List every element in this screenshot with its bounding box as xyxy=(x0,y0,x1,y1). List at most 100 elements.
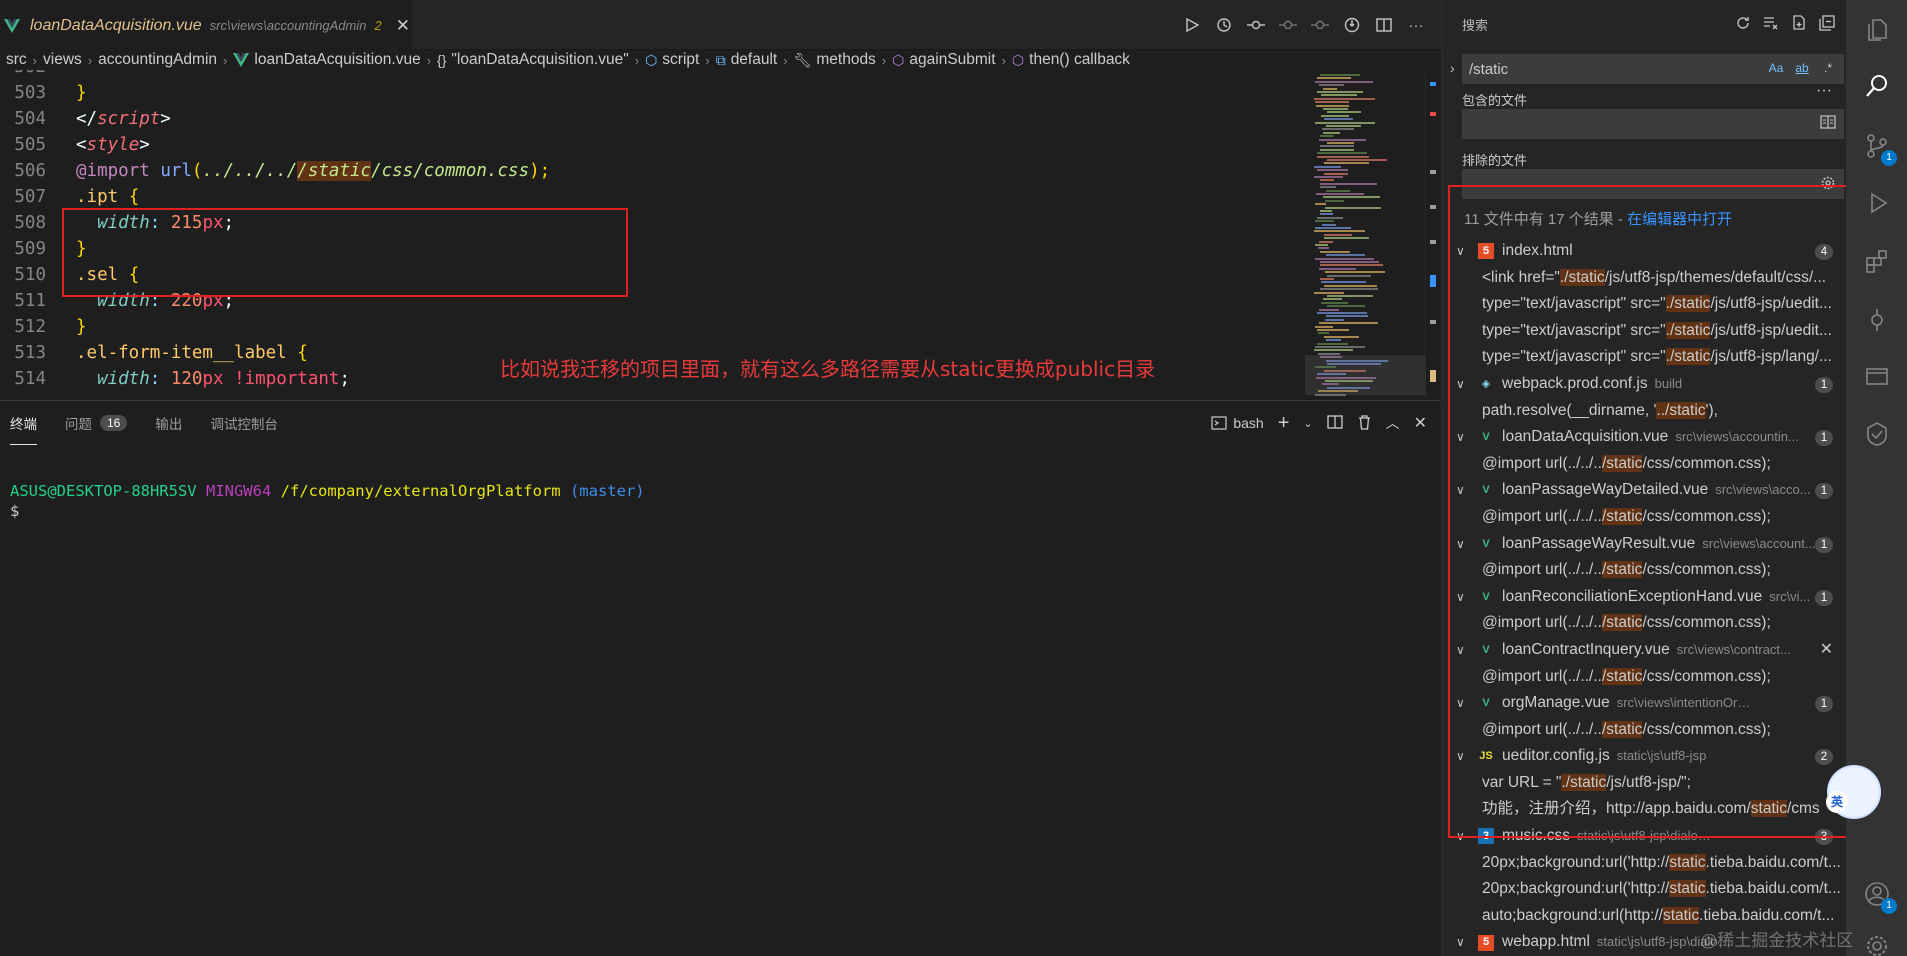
minimap-line xyxy=(1320,261,1379,263)
breadcrumb-methods[interactable]: 🔧︎ methods xyxy=(794,51,876,69)
tab-output[interactable]: 输出 xyxy=(155,401,182,445)
vue-file-icon xyxy=(4,18,20,33)
history-icon[interactable] xyxy=(1215,16,1233,34)
minimap-line xyxy=(1314,291,1344,294)
maximize-panel-icon[interactable]: ︿ xyxy=(1386,413,1400,433)
include-files-input[interactable] xyxy=(1462,109,1844,139)
result-match-row[interactable]: 20px;background:url('http://static.tieba… xyxy=(1442,876,1842,903)
git-commit-icon[interactable] xyxy=(1247,16,1265,34)
chevron-right-icon: › xyxy=(705,52,710,68)
search-icon[interactable] xyxy=(1863,72,1891,100)
chevron-down-icon[interactable]: ⌄ xyxy=(1303,417,1312,430)
minimap-line xyxy=(1317,91,1363,93)
match-whole-word-toggle[interactable]: ab xyxy=(1791,57,1813,79)
run-debug-icon[interactable] xyxy=(1863,190,1891,218)
breadcrumb-default[interactable]: ⧉ default xyxy=(716,51,778,69)
breadcrumb-views[interactable]: views xyxy=(43,51,82,69)
match-case-toggle[interactable]: Aa xyxy=(1765,57,1787,79)
source-control-icon[interactable]: 1 xyxy=(1863,132,1897,166)
breadcrumb-script[interactable]: ⬡ script xyxy=(645,51,699,69)
minimap-line xyxy=(1315,346,1365,348)
breadcrumb-src[interactable]: src xyxy=(6,51,27,69)
explorer-icon[interactable] xyxy=(1863,16,1891,44)
close-icon[interactable]: ✕ xyxy=(396,16,410,36)
more-actions-icon[interactable]: ··· xyxy=(1407,16,1425,34)
breadcrumb-callback[interactable]: ⬡ then() callback xyxy=(1012,51,1130,69)
chevron-right-icon: › xyxy=(32,52,38,68)
problems-count-badge: 16 xyxy=(100,415,128,431)
refresh-icon[interactable] xyxy=(1735,15,1751,34)
minimap-line xyxy=(1318,247,1329,250)
minimap-line xyxy=(1324,233,1352,236)
more-search-options-icon[interactable]: ··· xyxy=(1816,82,1832,100)
minimap[interactable] xyxy=(1310,70,1420,400)
match-text: 20px;background:url('http:// xyxy=(1482,853,1670,871)
tab-terminal[interactable]: 终端 xyxy=(10,401,37,445)
search-header-actions xyxy=(1735,0,1835,48)
tab-problems[interactable]: 问题 16 xyxy=(65,401,128,445)
close-panel-icon[interactable]: ✕ xyxy=(1414,413,1427,433)
chevron-down-icon[interactable]: ∨ xyxy=(1456,929,1472,956)
terminal-output[interactable]: ASUS@DESKTOP-88HR5SV MINGW64 /f/company/… xyxy=(10,481,645,521)
ime-language-label[interactable]: 英 xyxy=(1826,791,1848,813)
run-icon[interactable] xyxy=(1183,16,1201,34)
minimap-line xyxy=(1320,264,1383,267)
minimap-line xyxy=(1326,254,1365,257)
add-terminal-icon[interactable]: + xyxy=(1278,412,1290,435)
tab-debug-console[interactable]: 调试控制台 xyxy=(210,401,278,445)
editor-tab[interactable]: loanDataAcquisition.vue src\views\accoun… xyxy=(0,0,412,50)
exclude-files-label: 排除的文件 xyxy=(1462,153,1528,168)
minimap-line xyxy=(1320,186,1336,189)
book-icon[interactable] xyxy=(1820,115,1836,131)
minimap-line xyxy=(1323,196,1380,199)
git-commit-next-icon[interactable] xyxy=(1311,16,1329,34)
result-match-row[interactable]: 20px;background:url('http://static.tieba… xyxy=(1442,850,1842,877)
match-highlight: static xyxy=(1669,880,1706,898)
toggle-replace-chevron-icon[interactable]: › xyxy=(1450,60,1455,76)
extensions-icon[interactable] xyxy=(1863,248,1891,276)
checklist-icon[interactable] xyxy=(1863,420,1891,448)
minimap-line xyxy=(1325,271,1385,274)
method-icon: ⬡ xyxy=(1011,51,1025,68)
editor-scrollbar[interactable] xyxy=(1425,70,1439,400)
clear-results-icon[interactable] xyxy=(1763,15,1779,34)
terminal-shell-selector[interactable]: bash xyxy=(1211,415,1264,431)
code-token: 120 xyxy=(170,369,203,389)
code-editor[interactable]: 502 503} 504</script> 505<style> 506@imp… xyxy=(0,70,1300,400)
use-regex-toggle[interactable]: .* xyxy=(1817,57,1839,79)
breadcrumb-folder[interactable]: accountingAdmin xyxy=(98,51,217,69)
breadcrumb-file[interactable]: loanDataAcquisition.vue xyxy=(233,51,421,69)
match-text: .tieba.baidu.com/t... xyxy=(1699,906,1835,924)
timeline-icon[interactable] xyxy=(1343,16,1361,34)
split-terminal-icon[interactable] xyxy=(1326,414,1343,433)
account-icon[interactable]: 1 xyxy=(1863,880,1897,914)
minimap-line xyxy=(1320,182,1377,185)
minimap-line xyxy=(1317,329,1349,331)
git-commit-prev-icon[interactable] xyxy=(1279,16,1297,34)
tab-filename: loanDataAcquisition.vue xyxy=(30,16,202,34)
line-number: 503 xyxy=(14,83,46,103)
line-number: 502 xyxy=(0,70,46,80)
annotation-box xyxy=(62,208,628,297)
split-editor-icon[interactable] xyxy=(1375,16,1393,34)
breadcrumb-module[interactable]: {} "loanDataAcquisition.vue" xyxy=(437,51,629,69)
html-file-icon: 5 xyxy=(1478,934,1494,951)
settings-gear-icon[interactable] xyxy=(1863,936,1891,956)
scrollbar-marker xyxy=(1430,240,1436,244)
minimap-line xyxy=(1319,267,1356,270)
terminal-prompt-line: ASUS@DESKTOP-88HR5SV MINGW64 /f/company/… xyxy=(10,481,645,501)
code-token: ( xyxy=(191,161,203,181)
minimap-line xyxy=(1314,97,1375,100)
minimap-slider[interactable] xyxy=(1305,355,1425,395)
minimap-line xyxy=(1319,84,1344,87)
collapse-all-icon[interactable] xyxy=(1819,14,1835,34)
breadcrumb-method[interactable]: ⬡ againSubmit xyxy=(892,51,995,69)
testing-icon[interactable] xyxy=(1863,306,1891,334)
watermark-text: @稀土掘金技术社区 xyxy=(1700,931,1854,950)
vue-file-icon xyxy=(233,53,250,67)
new-search-editor-icon[interactable] xyxy=(1791,14,1807,34)
breadcrumb-label: then() callback xyxy=(1029,51,1130,68)
search-input[interactable]: /static Aa ab .* xyxy=(1462,54,1844,84)
trash-icon[interactable] xyxy=(1357,414,1372,433)
remote-explorer-icon[interactable] xyxy=(1863,362,1891,390)
